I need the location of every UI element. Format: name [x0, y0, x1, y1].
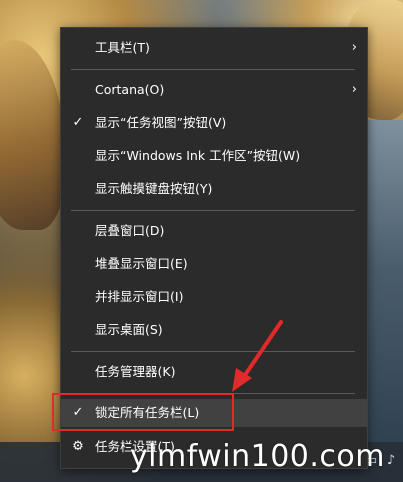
desktop-background: ▭ ♪ 工具栏(T) › Cortana(O) › ✓ 显示“任务视图”按钮(V…: [0, 0, 403, 482]
watermark-text: ylmfwin100.com: [129, 439, 385, 474]
annotation-arrow-icon: [232, 320, 283, 392]
